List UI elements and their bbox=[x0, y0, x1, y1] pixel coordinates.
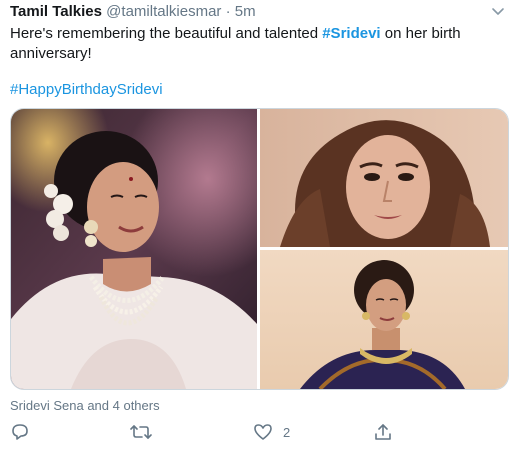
retweet-button[interactable] bbox=[130, 420, 152, 444]
user-handle[interactable]: @tamiltalkiesmar bbox=[106, 3, 221, 20]
heart-icon bbox=[253, 422, 273, 442]
timestamp[interactable]: 5m bbox=[235, 3, 256, 20]
media-grid bbox=[10, 108, 509, 390]
display-name[interactable]: Tamil Talkies bbox=[10, 3, 102, 20]
share-button[interactable] bbox=[373, 420, 393, 444]
photo-top-right[interactable] bbox=[260, 109, 508, 247]
separator-dot: · bbox=[225, 3, 231, 20]
chevron-down-icon[interactable] bbox=[489, 2, 507, 20]
photo-main[interactable] bbox=[11, 109, 257, 389]
tweet-text-part: Here's remembering the beautiful and tal… bbox=[10, 25, 323, 42]
tweet-actions: 2 bbox=[0, 420, 521, 444]
like-button[interactable]: 2 bbox=[253, 420, 290, 444]
tweet-header: Tamil Talkies @tamiltalkiesmar · 5m bbox=[10, 3, 256, 21]
reply-button[interactable] bbox=[10, 420, 30, 444]
liked-by-text[interactable]: Sridevi Sena and 4 others bbox=[10, 398, 160, 414]
tweet-text: Here's remembering the beautiful and tal… bbox=[10, 24, 480, 64]
share-icon bbox=[373, 422, 393, 442]
like-count: 2 bbox=[283, 424, 291, 440]
photo-bottom-right[interactable] bbox=[260, 250, 508, 389]
hashtag-link-sridevi[interactable]: #Sridevi bbox=[322, 25, 380, 42]
retweet-icon bbox=[130, 422, 152, 442]
reply-icon bbox=[10, 422, 30, 442]
hashtag-link-happybirthdaysridevi[interactable]: #HappyBirthdaySridevi bbox=[10, 80, 163, 100]
tweet[interactable]: Tamil Talkies @tamiltalkiesmar · 5m Here… bbox=[0, 0, 521, 450]
